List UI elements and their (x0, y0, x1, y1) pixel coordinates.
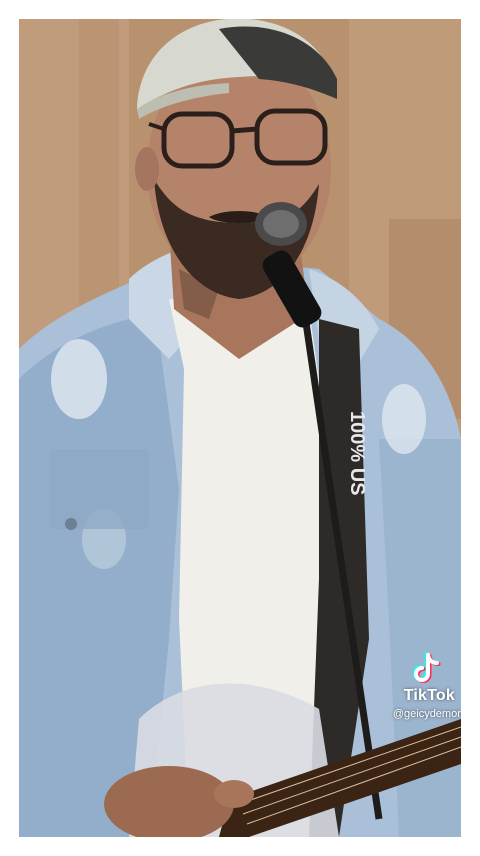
tiktok-brand-text: TikTok (403, 687, 455, 704)
creator-handle[interactable]: @geicydemora (393, 708, 461, 720)
tiktok-watermark: TikTok @geicydemora (351, 652, 461, 732)
video-frame[interactable]: 100% US TikTok @geicydemora (19, 19, 461, 837)
strap-text: 100% US (346, 411, 368, 496)
tiktok-logo-icon (412, 652, 441, 683)
